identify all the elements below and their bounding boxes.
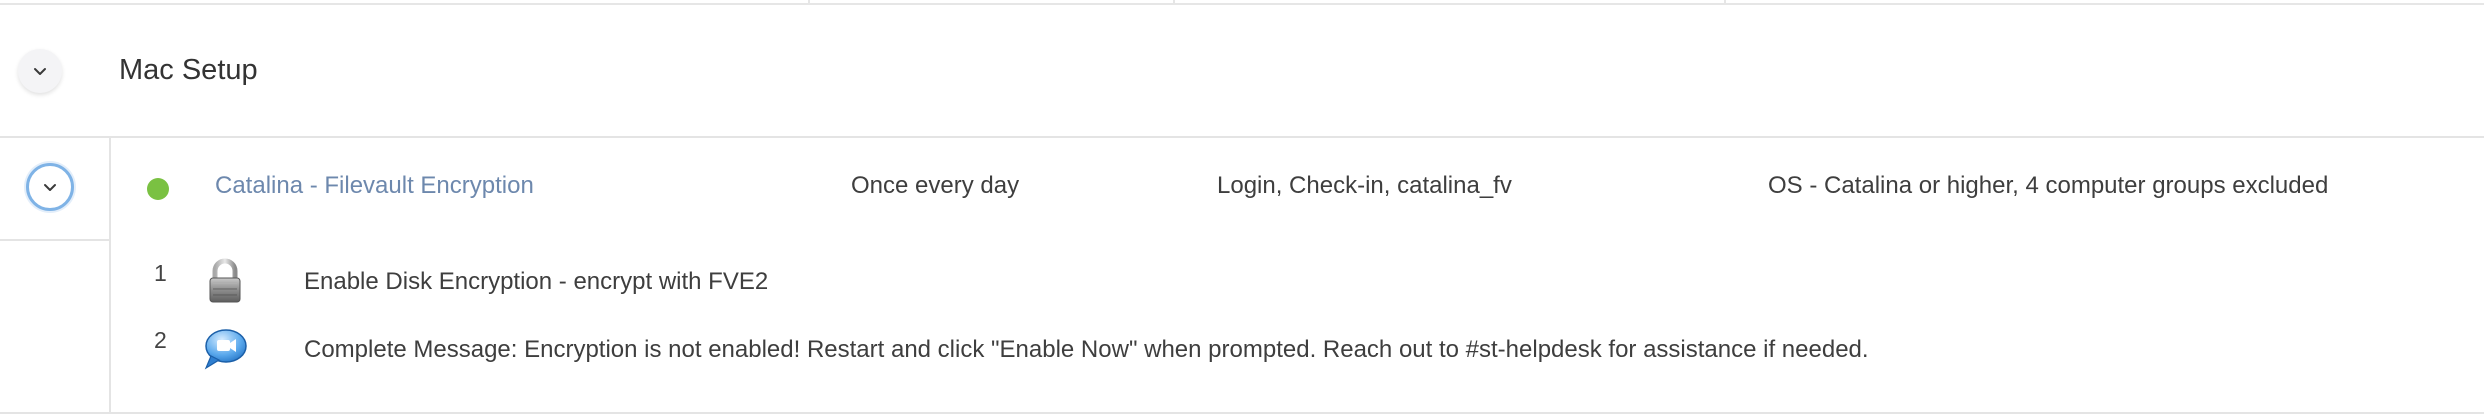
step-number: 2	[154, 327, 167, 353]
top-divider	[0, 3, 2484, 5]
policy-indent-divider	[109, 137, 111, 413]
chevron-down-icon	[43, 183, 57, 192]
policy-triggers: Login, Check-in, catalina_fv	[1217, 172, 1512, 199]
group-collapse-toggle[interactable]	[18, 49, 62, 93]
step-description: Complete Message: Encryption is not enab…	[304, 336, 1869, 363]
bottom-divider	[0, 412, 2484, 414]
toggle-cell-divider	[0, 239, 110, 241]
column-divider-tick	[1173, 0, 1175, 4]
policy-collapse-toggle[interactable]	[26, 163, 74, 211]
group-divider	[0, 136, 2484, 138]
step-number: 1	[154, 260, 167, 286]
step-description: Enable Disk Encryption - encrypt with FV…	[304, 268, 769, 295]
lock-icon	[207, 258, 243, 309]
message-bubble-icon	[202, 327, 248, 376]
status-indicator	[147, 178, 169, 200]
column-divider-tick	[808, 0, 810, 4]
column-divider-tick	[1724, 0, 1726, 4]
chevron-down-icon	[33, 67, 47, 76]
group-title: Mac Setup	[119, 54, 258, 86]
policy-name-link[interactable]: Catalina - Filevault Encryption	[215, 170, 534, 202]
policy-scope: OS - Catalina or higher, 4 computer grou…	[1768, 172, 2329, 199]
policy-frequency: Once every day	[851, 172, 1020, 199]
